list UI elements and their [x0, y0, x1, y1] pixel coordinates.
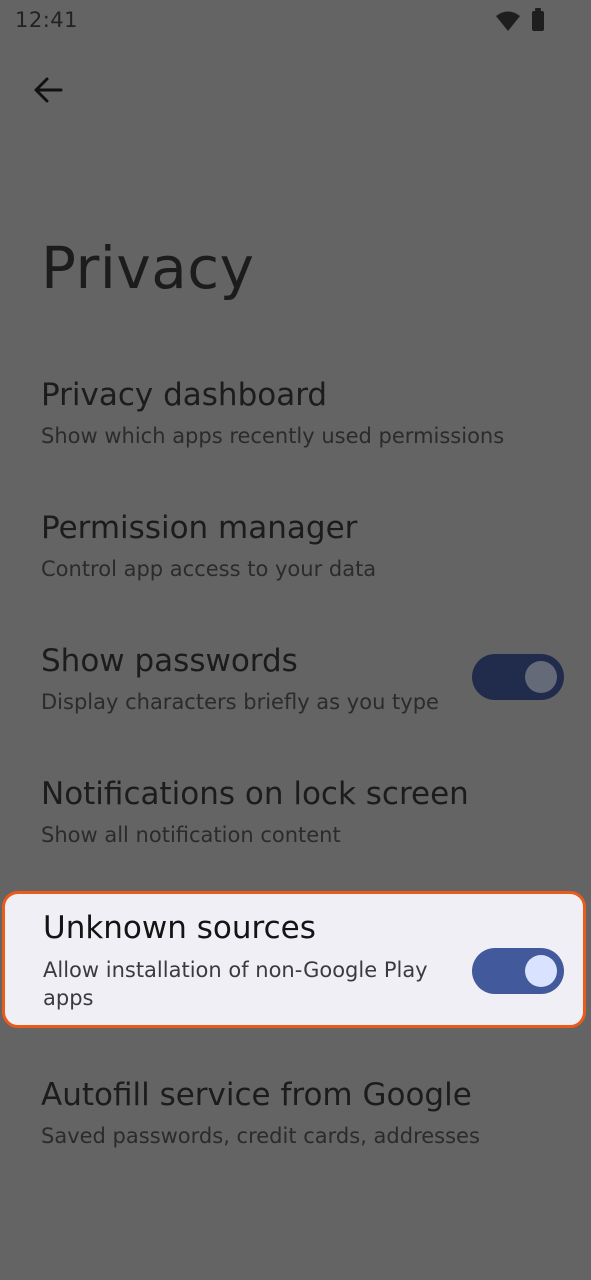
setting-title: Unknown sources	[43, 910, 316, 946]
status-icons	[495, 8, 547, 34]
show-passwords-toggle[interactable]	[472, 654, 564, 700]
setting-unknown-sources[interactable]: Unknown sources Allow installation of no…	[2, 891, 586, 1028]
setting-title: Notifications on lock screen	[41, 776, 469, 812]
setting-show-passwords[interactable]: Show passwords Display characters briefl…	[0, 631, 591, 741]
arrow-left-icon	[34, 77, 63, 103]
setting-subtitle: Control app access to your data	[41, 557, 377, 581]
status-time: 12:41	[15, 8, 79, 32]
setting-title: Permission manager	[41, 510, 358, 546]
page-title: Privacy	[41, 234, 255, 302]
setting-title: Autofill service from Google	[41, 1077, 472, 1113]
unknown-sources-toggle[interactable]	[472, 948, 564, 994]
battery-icon	[532, 8, 544, 31]
setting-subtitle: Display characters briefly as you type	[41, 690, 439, 714]
setting-subtitle: Allow installation of non-Google Play ap…	[43, 958, 428, 1010]
toggle-thumb	[525, 661, 557, 693]
setting-title: Show passwords	[41, 643, 298, 679]
back-button[interactable]	[22, 68, 74, 112]
toggle-thumb	[525, 955, 557, 987]
status-bar: 12:41	[0, 0, 591, 44]
setting-privacy-dashboard[interactable]: Privacy dashboard Show which apps recent…	[0, 365, 591, 475]
setting-notifications-lock-screen[interactable]: Notifications on lock screen Show all no…	[0, 764, 591, 874]
setting-permission-manager[interactable]: Permission manager Control app access to…	[0, 498, 591, 608]
setting-title: Privacy dashboard	[41, 377, 328, 413]
setting-subtitle: Saved passwords, credit cards, addresses	[41, 1124, 480, 1148]
setting-subtitle: Show all notification content	[41, 823, 341, 847]
setting-autofill-service[interactable]: Autofill service from Google Saved passw…	[0, 1065, 591, 1175]
setting-subtitle: Show which apps recently used permission…	[41, 424, 505, 448]
wifi-icon	[496, 11, 520, 31]
